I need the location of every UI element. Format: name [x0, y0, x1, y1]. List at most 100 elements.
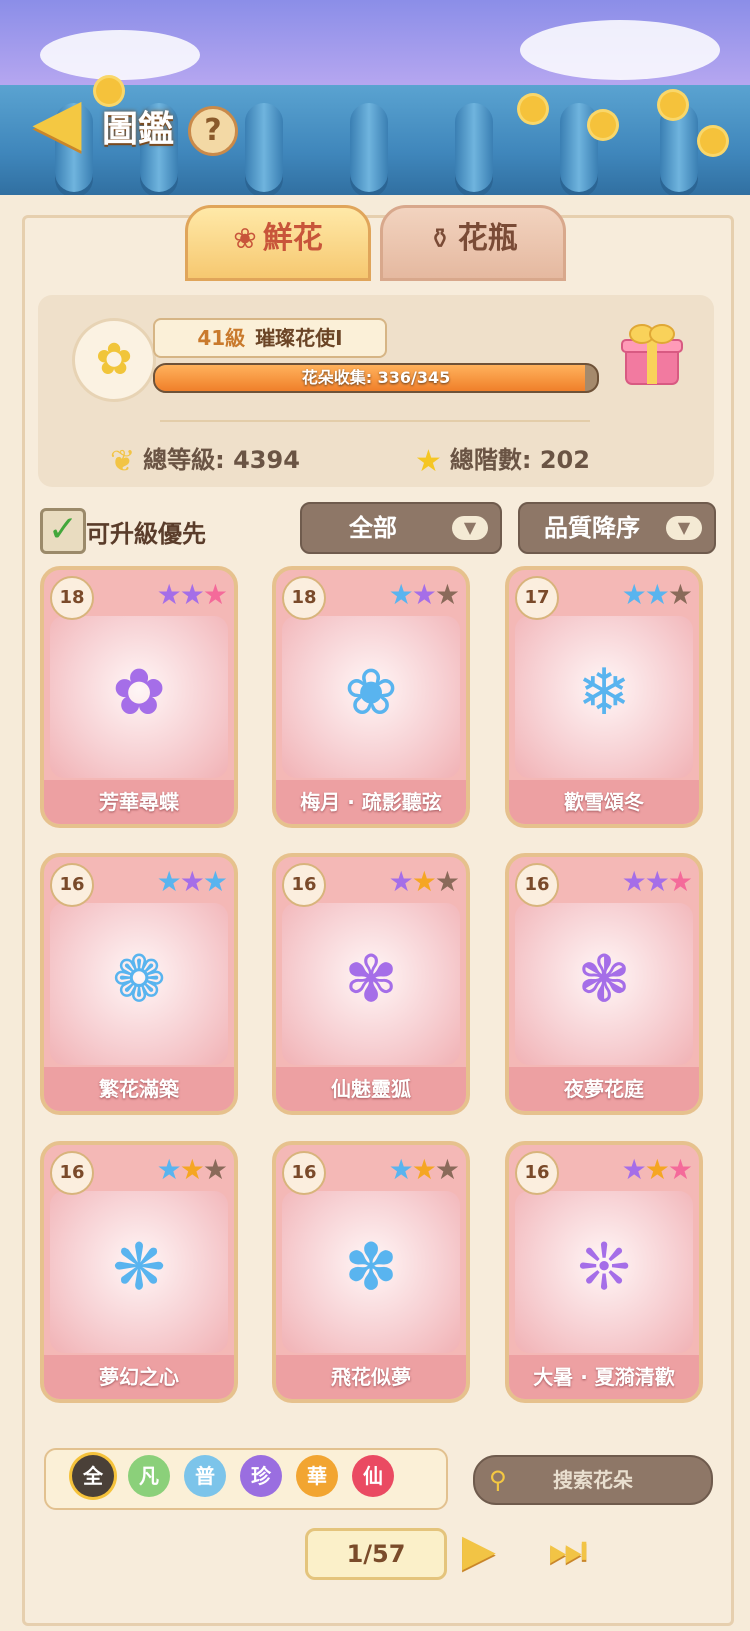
star-icon: ★ — [644, 865, 670, 898]
sort-dropdown[interactable]: 品質降序 ▼ — [518, 502, 716, 554]
star-icon: ★ — [411, 578, 437, 611]
level-number: 41級 — [197, 326, 246, 350]
flower-card[interactable]: ❃ 16 ★★★ 夜夢花庭 — [505, 853, 703, 1115]
quality-stars: ★★★ — [388, 1153, 460, 1186]
star-icon: ★ — [388, 1153, 414, 1186]
star-icon: ★ — [156, 578, 182, 611]
card-name: 飛花似夢 — [276, 1355, 466, 1399]
cloud — [520, 20, 720, 80]
search-flowers-input[interactable]: ⚲ 搜索花朵 — [473, 1455, 713, 1505]
category-dropdown[interactable]: 全部 ▼ — [300, 502, 502, 554]
flower-artwork: ❃ — [515, 903, 693, 1065]
tab-label: 鮮花 — [262, 221, 323, 256]
page-indicator: 1/57 — [305, 1528, 447, 1580]
next-page-arrow-icon[interactable]: ▶ — [462, 1525, 496, 1576]
back-arrow-icon[interactable]: ◀ — [18, 90, 96, 154]
blossom-icon — [520, 96, 546, 122]
collection-progress-text: 花朵收集: 336/345 — [301, 368, 451, 387]
star-icon: ★ — [388, 578, 414, 611]
flower-illustration-icon: ❀ — [344, 656, 398, 730]
blossom-icon — [660, 92, 686, 118]
star-icon: ★ — [621, 578, 647, 611]
card-name: 繁花滿築 — [44, 1067, 234, 1111]
flower-artwork: ✽ — [282, 1191, 460, 1353]
star-icon: ★ — [644, 1153, 670, 1186]
star-icon: ★ — [388, 865, 414, 898]
rarity-filter-button[interactable]: 普 — [184, 1455, 226, 1497]
card-name: 夜夢花庭 — [509, 1067, 699, 1111]
chevron-down-icon: ▼ — [452, 516, 488, 540]
quality-stars: ★★★ — [156, 865, 228, 898]
star-icon: ★ — [667, 865, 693, 898]
total-level-text: 總等級: 4394 — [143, 446, 300, 474]
roof-tile — [455, 103, 493, 198]
flower-card[interactable]: ✿ 18 ★★★ 芳華尋蝶 — [40, 566, 238, 828]
total-rank-stat: ★ 總階數: 202 — [415, 440, 590, 479]
star-icon: ★ — [434, 865, 460, 898]
blossom-icon — [700, 128, 726, 154]
rarity-filter-button[interactable]: 全 — [72, 1455, 114, 1497]
total-rank-text: 總階數: 202 — [449, 446, 590, 474]
card-level-badge: 18 — [282, 576, 326, 620]
quality-stars: ★★★ — [621, 578, 693, 611]
star-icon: ★ — [434, 578, 460, 611]
rarity-filter-button[interactable]: 珍 — [240, 1455, 282, 1497]
flower-card[interactable]: ❋ 16 ★★★ 夢幻之心 — [40, 1141, 238, 1403]
flower-illustration-icon: ❋ — [112, 1231, 166, 1305]
flower-artwork: ✿ — [50, 616, 228, 778]
quality-stars: ★★★ — [157, 1153, 228, 1186]
star-icon: ★ — [202, 578, 228, 611]
star-icon: ★ — [179, 1153, 205, 1186]
flower-card[interactable]: ❊ 16 ★★★ 大暑 · 夏漪清歡 — [505, 1141, 703, 1403]
flower-illustration-icon: ✽ — [344, 1231, 398, 1305]
help-button[interactable]: ? — [188, 106, 238, 156]
upgrade-priority-label: 可升級優先 — [86, 520, 206, 548]
flower-card[interactable]: ❀ 18 ★★★ 梅月 · 疏影聽弦 — [272, 566, 470, 828]
flower-illustration-icon: ❊ — [577, 1231, 631, 1305]
rarity-filter-button[interactable]: 凡 — [128, 1455, 170, 1497]
rarity-filter-button[interactable]: 仙 — [352, 1455, 394, 1497]
quality-stars: ★★★ — [621, 1153, 693, 1186]
tab-vases[interactable]: ⚱ 花瓶 — [380, 205, 566, 281]
card-name: 歡雪頌冬 — [509, 780, 699, 824]
flower-illustration-icon: ❁ — [112, 943, 166, 1017]
flower-card[interactable]: ✾ 16 ★★★ 仙魅靈狐 — [272, 853, 470, 1115]
star-icon: ★ — [202, 1153, 228, 1186]
card-level-badge: 16 — [515, 863, 559, 907]
star-icon: ★ — [179, 578, 205, 611]
star-icon: ★ — [156, 865, 182, 898]
tab-flowers[interactable]: ❀ 鮮花 — [185, 205, 371, 281]
sort-value: 品質降序 — [544, 514, 640, 542]
card-level-badge: 16 — [282, 1151, 326, 1195]
last-page-arrow-icon[interactable]: ⏭ — [548, 1525, 588, 1576]
quality-stars: ★★★ — [388, 578, 460, 611]
gift-box-icon[interactable] — [620, 318, 684, 388]
blossom-icon — [590, 112, 616, 138]
rarity-filter-button[interactable]: 華 — [296, 1455, 338, 1497]
total-level-stat: ❦ 總等級: 4394 — [110, 440, 300, 479]
upgrade-priority-checkbox[interactable]: ✓ — [40, 508, 86, 554]
flower-illustration-icon: ❄ — [577, 656, 631, 730]
roof-tile — [350, 103, 388, 198]
level-title: 璀璨花使Ⅰ — [255, 326, 343, 350]
tab-label: 花瓶 — [457, 221, 518, 256]
plum-flower-icon: ✿ — [72, 318, 156, 402]
card-name: 芳華尋蝶 — [44, 780, 234, 824]
flower-card[interactable]: ✽ 16 ★★★ 飛花似夢 — [272, 1141, 470, 1403]
star-icon: ★ — [667, 578, 693, 611]
star-icon: ★ — [415, 443, 442, 479]
star-icon: ★ — [644, 578, 670, 611]
search-icon: ⚲ — [489, 1466, 507, 1494]
flower-card[interactable]: ❄ 17 ★★★ 歡雪頌冬 — [505, 566, 703, 828]
roof-tile — [660, 103, 698, 198]
flower-illustration-icon: ✾ — [344, 943, 398, 1017]
card-name: 夢幻之心 — [44, 1355, 234, 1399]
card-level-badge: 16 — [50, 1151, 94, 1195]
star-icon: ★ — [621, 1153, 647, 1186]
quality-stars: ★★★ — [388, 865, 460, 898]
flower-artwork: ❀ — [282, 616, 460, 778]
star-icon: ★ — [179, 865, 205, 898]
flower-card[interactable]: ❁ 16 ★★★ 繁花滿築 — [40, 853, 238, 1115]
card-level-badge: 16 — [282, 863, 326, 907]
card-name: 仙魅靈狐 — [276, 1067, 466, 1111]
